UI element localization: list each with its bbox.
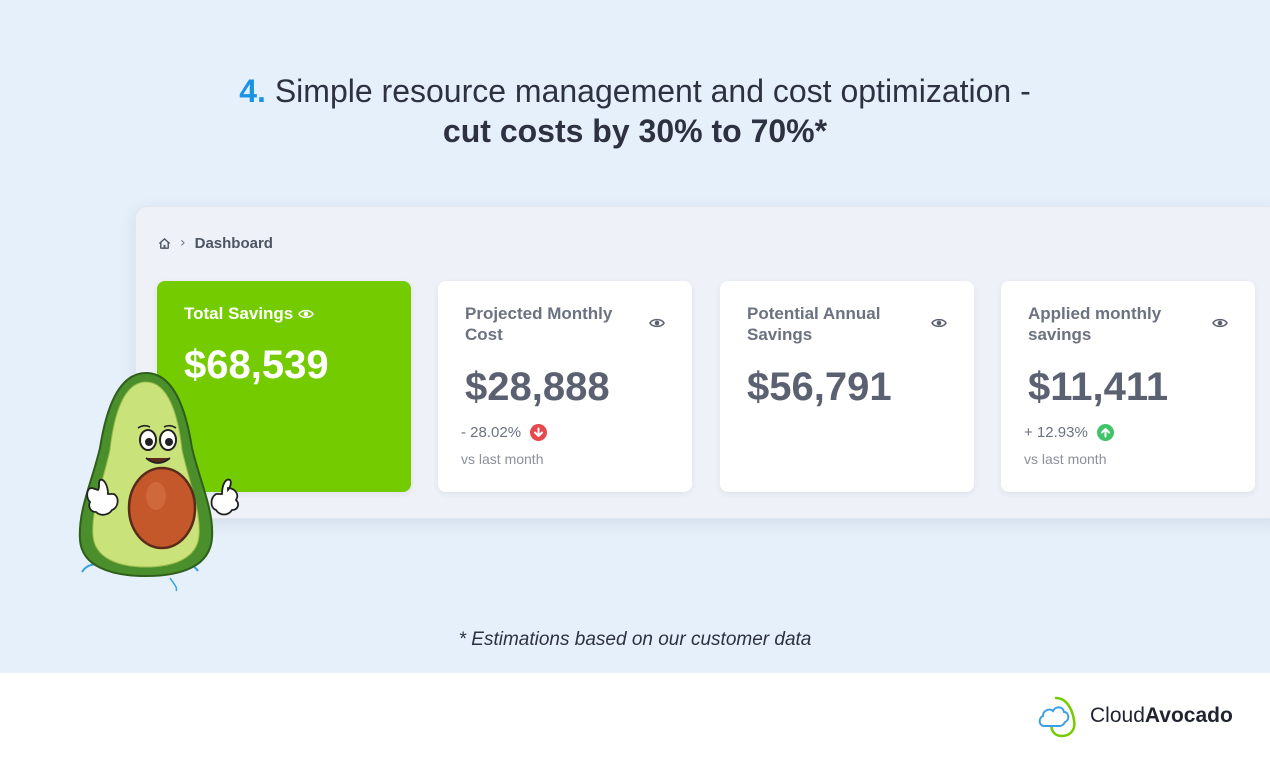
headline-line2: cut costs by 30% to 70%* — [442, 113, 828, 149]
brand-name: CloudAvocado — [1090, 704, 1233, 728]
applied-monthly-savings-card: Applied monthly savings $11,411 + 12.93%… — [1001, 281, 1255, 492]
total-savings-label: Total Savings — [184, 304, 294, 323]
avocado-mascot — [78, 371, 239, 592]
chevron-right-icon: › — [180, 235, 186, 251]
brand-part1: Cloud — [1090, 704, 1145, 727]
eye-icon[interactable] — [1212, 317, 1228, 329]
potential-annual-savings-card: Potential Annual Savings $56,791 — [720, 281, 974, 492]
change-percent: - 28.02% — [461, 424, 522, 441]
applied-monthly-savings-title: Applied monthly savings — [1028, 304, 1162, 344]
eye-icon[interactable] — [649, 317, 665, 329]
headline-line1: 4. Simple resource management and cost o… — [0, 73, 1270, 110]
projected-monthly-cost-value: $28,888 — [465, 365, 610, 409]
projected-monthly-cost-change: - 28.02% — [461, 424, 548, 441]
breadcrumb-dashboard[interactable]: Dashboard — [195, 235, 273, 252]
potential-annual-savings-value: $56,791 — [747, 365, 892, 409]
brand-part2: Avocado — [1144, 704, 1233, 727]
potential-annual-savings-title: Potential Annual Savings — [747, 304, 881, 344]
applied-monthly-savings-change: + 12.93% — [1024, 424, 1114, 441]
comparison-label: vs last month — [461, 451, 544, 467]
breadcrumb: › Dashboard — [158, 234, 273, 252]
eye-icon[interactable] — [931, 317, 947, 329]
home-icon[interactable] — [158, 237, 171, 250]
change-percent: + 12.93% — [1024, 424, 1088, 441]
projected-monthly-cost-title: Projected Monthly Cost — [465, 304, 613, 344]
comparison-label: vs last month — [1024, 451, 1107, 467]
projected-monthly-cost-card: Projected Monthly Cost $28,888 - 28.02% … — [438, 281, 692, 492]
headline-text: Simple resource management and cost opti… — [274, 73, 1031, 109]
arrow-up-icon — [1096, 424, 1114, 441]
cloud-avocado-icon — [1038, 696, 1076, 738]
step-number: 4. — [239, 73, 266, 109]
arrow-down-icon — [530, 424, 548, 441]
applied-monthly-savings-value: $11,411 — [1028, 365, 1169, 409]
cloudavocado-logo[interactable]: CloudAvocado — [1036, 694, 1233, 738]
footnote: * Estimations based on our customer data — [458, 629, 812, 650]
eye-icon[interactable] — [298, 308, 315, 320]
total-savings-title: Total Savings — [184, 303, 315, 324]
